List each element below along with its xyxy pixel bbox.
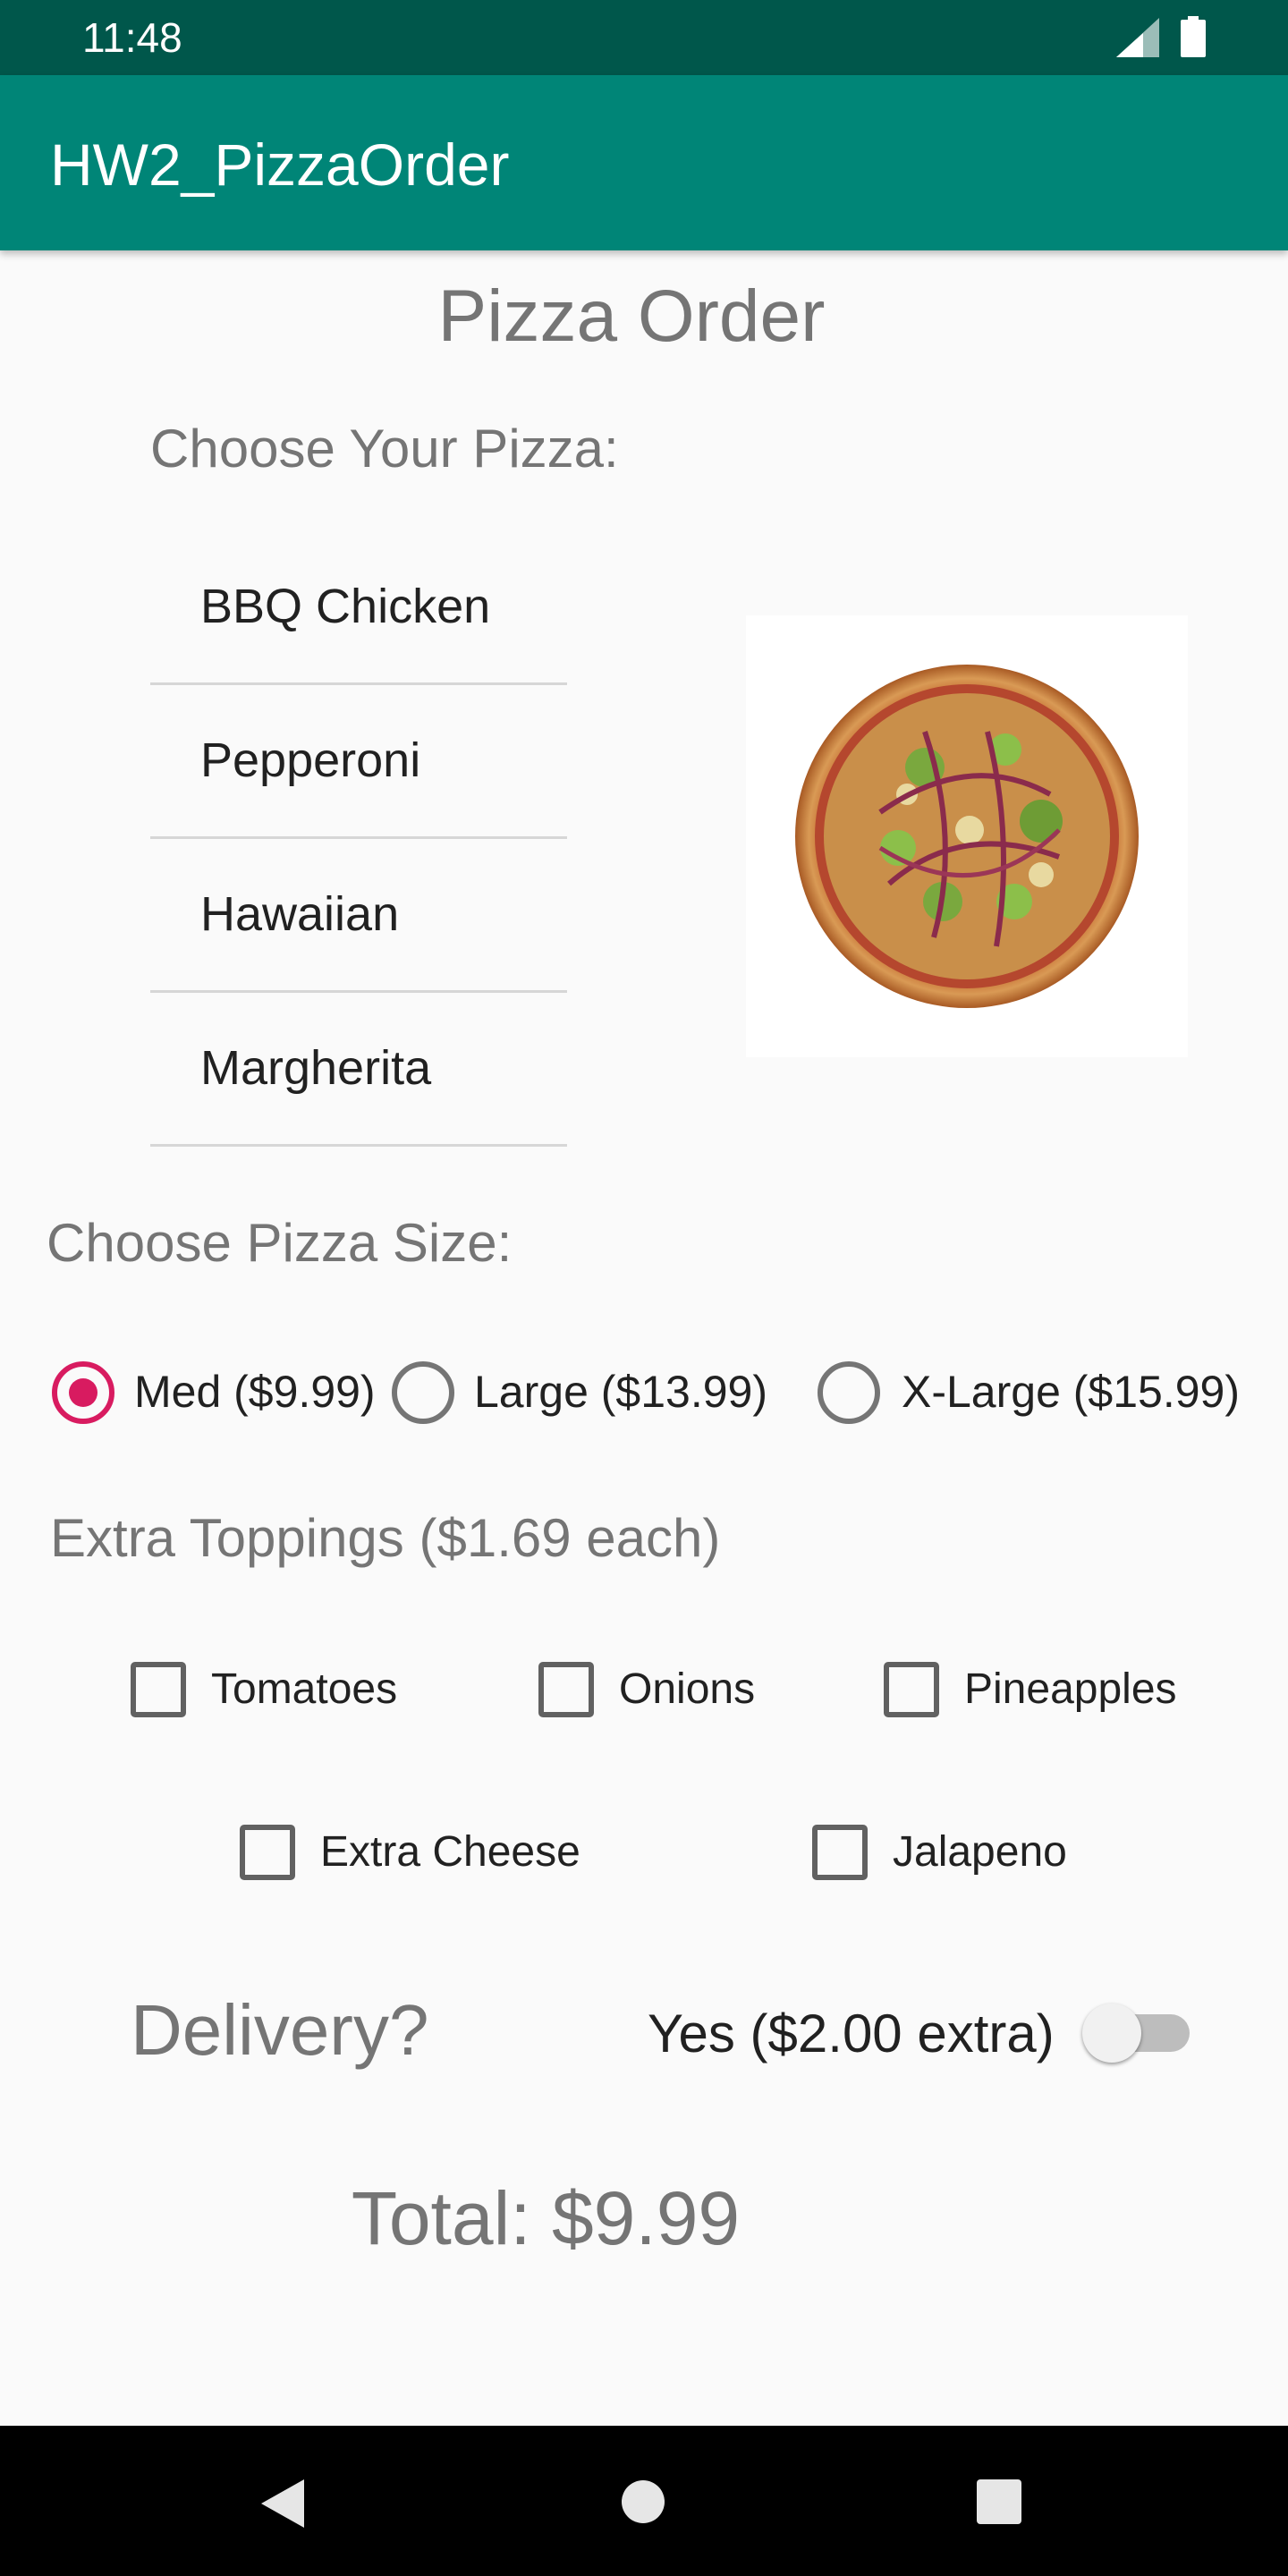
radio-selected-icon bbox=[52, 1361, 114, 1424]
pizza-list-item[interactable]: BBQ Chicken bbox=[150, 531, 567, 685]
topping-checkbox-extra-cheese[interactable]: Extra Cheese bbox=[240, 1825, 597, 1882]
size-radio-label: Large ($13.99) bbox=[474, 1367, 768, 1417]
size-radio-med[interactable]: Med ($9.99) bbox=[52, 1356, 376, 1428]
topping-checkbox-onions[interactable]: Onions bbox=[538, 1662, 771, 1719]
page-title: Pizza Order bbox=[437, 275, 826, 357]
delivery-label: Delivery? bbox=[131, 1990, 429, 2070]
delivery-option-label[interactable]: Yes ($2.00 extra) bbox=[648, 2002, 1055, 2066]
size-radio-label: X-Large ($15.99) bbox=[902, 1367, 1241, 1417]
size-radio-xlarge[interactable]: X-Large ($15.99) bbox=[818, 1356, 1247, 1428]
checkbox-icon bbox=[884, 1662, 939, 1717]
topping-checkbox-label: Onions bbox=[619, 1665, 756, 1713]
pizza-list-item-label: Margherita bbox=[200, 1041, 432, 1095]
checkbox-icon bbox=[131, 1662, 186, 1717]
app-bar: HW2_PizzaOrder bbox=[0, 75, 1288, 250]
topping-checkbox-label: Pineapples bbox=[964, 1665, 1177, 1713]
back-icon[interactable] bbox=[259, 2478, 306, 2529]
size-label: Choose Pizza Size: bbox=[47, 1213, 513, 1273]
size-radio-label: Med ($9.99) bbox=[134, 1367, 376, 1417]
status-bar: 11:48 bbox=[0, 0, 1288, 75]
topping-checkbox-label: Tomatoes bbox=[211, 1665, 398, 1713]
radio-unselected-icon bbox=[392, 1361, 454, 1424]
pizza-list-item[interactable]: Hawaiian bbox=[150, 839, 567, 993]
topping-checkbox-pineapples[interactable]: Pineapples bbox=[884, 1662, 1188, 1719]
pizza-list-item-label: Pepperoni bbox=[200, 733, 421, 787]
pizza-list-item-label: Hawaiian bbox=[200, 887, 400, 941]
delivery-toggle[interactable] bbox=[1082, 2000, 1190, 2063]
pizza-list-item[interactable]: Pepperoni bbox=[150, 685, 567, 839]
recents-icon[interactable] bbox=[977, 2479, 1021, 2524]
checkbox-icon bbox=[240, 1825, 295, 1880]
size-radio-large[interactable]: Large ($13.99) bbox=[392, 1356, 767, 1428]
pizza-list-item[interactable]: Margherita bbox=[150, 993, 567, 1147]
signal-icon bbox=[1116, 18, 1159, 57]
toggle-thumb bbox=[1082, 2004, 1141, 2063]
navigation-bar bbox=[0, 2426, 1288, 2576]
pizza-list-item-label: BBQ Chicken bbox=[200, 580, 491, 633]
topping-checkbox-label: Extra Cheese bbox=[320, 1828, 580, 1876]
checkbox-icon bbox=[812, 1825, 868, 1880]
home-icon[interactable] bbox=[621, 2479, 665, 2524]
checkbox-icon bbox=[538, 1662, 594, 1717]
topping-checkbox-jalapeno[interactable]: Jalapeno bbox=[812, 1825, 1080, 1882]
radio-unselected-icon bbox=[818, 1361, 880, 1424]
toppings-label: Extra Toppings ($1.69 each) bbox=[50, 1508, 721, 1568]
status-time: 11:48 bbox=[82, 14, 182, 61]
topping-checkbox-label: Jalapeno bbox=[893, 1828, 1067, 1876]
topping-checkbox-tomatoes[interactable]: Tomatoes bbox=[131, 1662, 435, 1719]
choose-pizza-label: Choose Your Pizza: bbox=[150, 419, 619, 479]
pizza-image bbox=[746, 615, 1188, 1057]
battery-icon bbox=[1181, 16, 1206, 57]
app-title: HW2_PizzaOrder bbox=[50, 131, 510, 198]
total-price: Total: $9.99 bbox=[351, 2176, 741, 2260]
